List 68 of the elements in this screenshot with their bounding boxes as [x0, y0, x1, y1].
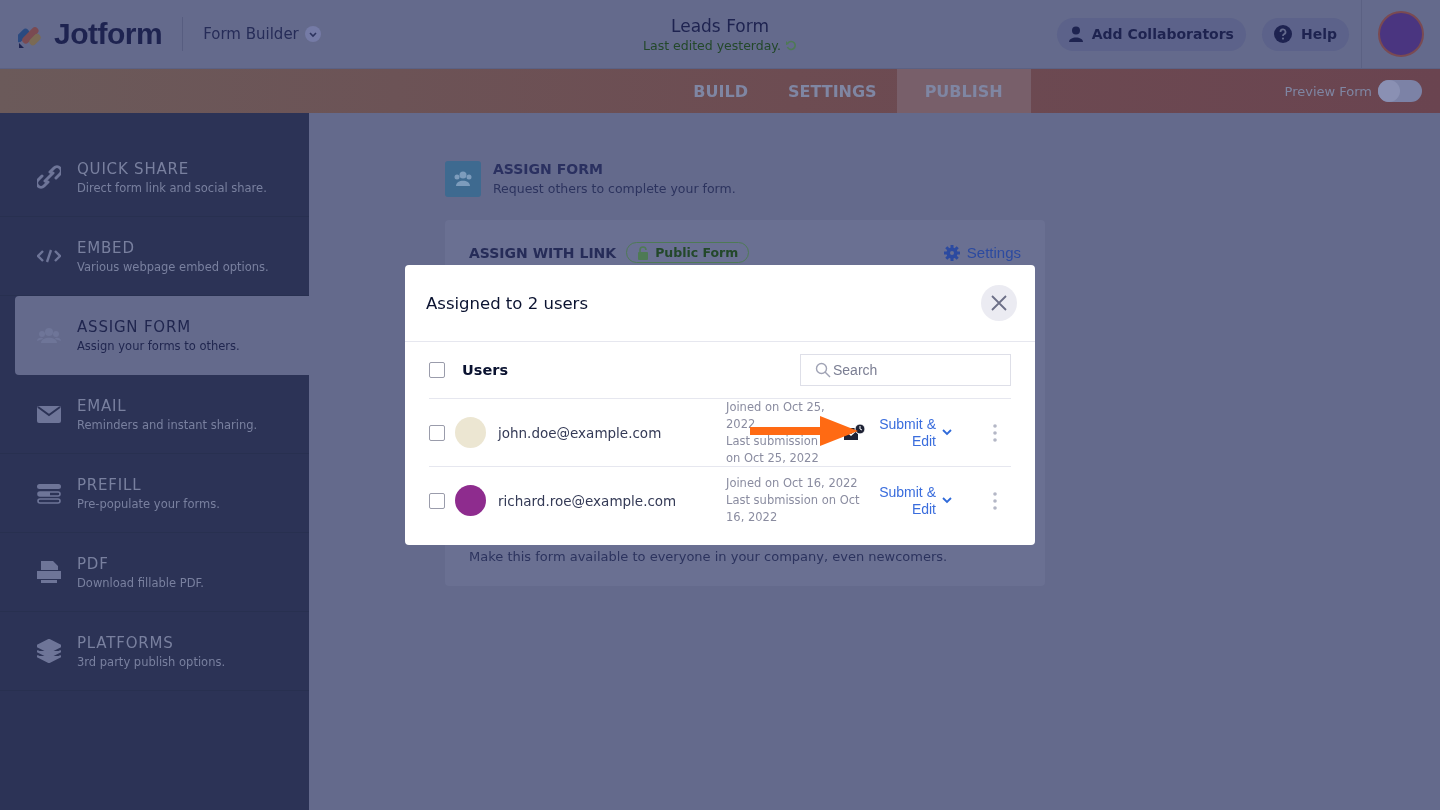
sidebar-item[interactable]: QUICK SHARE Direct form link and social share. — [0, 138, 309, 217]
sidebar-item-title: PREFILL — [77, 475, 143, 494]
more-options-button[interactable] — [993, 423, 997, 442]
sidebar-item[interactable]: PLATFORMS 3rd party publish options. — [0, 612, 309, 691]
sidebar-item-subtitle: Pre-populate your forms. — [77, 496, 220, 511]
sidebar-item-title: EMBED — [77, 238, 136, 257]
sidebar-item-subtitle: Download fillable PDF. — [77, 575, 204, 590]
help-icon — [1273, 25, 1292, 43]
permission-dropdown[interactable]: Submit & Edit — [876, 483, 956, 518]
form-title: Leads Form — [671, 15, 769, 36]
last-submission-date: Last submission on Oct 16, 2022 — [726, 492, 860, 526]
user-email: john.doe@example.com — [498, 424, 663, 441]
layers-icon — [37, 639, 61, 663]
pdf-file-icon — [37, 560, 61, 584]
sidebar-item-subtitle: Various webpage embed options. — [77, 259, 269, 274]
user-avatar[interactable] — [1378, 11, 1424, 57]
chevron-down-icon — [942, 496, 952, 505]
people-icon — [445, 161, 481, 197]
sidebar-item[interactable]: ASSIGN FORM Assign your forms to others. — [15, 296, 309, 375]
sidebar-item-subtitle: Direct form link and social share. — [77, 180, 267, 195]
last-edited-text: Last edited yesterday. — [643, 37, 781, 53]
search-field[interactable]: Search — [800, 354, 1011, 386]
sidebar-item-subtitle: Reminders and instant sharing. — [77, 417, 258, 432]
sidebar-item-title: QUICK SHARE — [77, 159, 191, 178]
last-submission-date: Last submission on Oct 25, 2022 — [726, 432, 820, 467]
sidebar-item[interactable]: PDF Download fillable PDF. — [0, 533, 309, 612]
person-icon — [1068, 26, 1083, 42]
users-column-header: Users — [462, 362, 509, 378]
section-subtitle: Request others to complete your form. — [493, 181, 736, 196]
chevron-down-icon — [942, 428, 952, 437]
help-button[interactable]: Help — [1261, 17, 1349, 51]
preview-form-label: Preview Form — [1284, 83, 1372, 99]
dialog-title: Assigned to 2 users — [426, 293, 588, 313]
settings-icon — [943, 244, 960, 261]
link-icon — [37, 165, 61, 189]
nav-tab[interactable]: SETTINGS — [768, 69, 897, 113]
user-email: richard.roe@example.com — [498, 492, 678, 509]
form-builder-menu[interactable]: Form Builder — [203, 25, 321, 43]
form-fields-icon — [37, 481, 61, 505]
joined-date: Joined on Oct 16, 2022 — [726, 475, 859, 492]
sidebar-item-title: PDF — [77, 554, 110, 573]
row-checkbox[interactable] — [429, 424, 445, 441]
permission-dropdown[interactable]: Submit & Edit — [876, 415, 956, 450]
sidebar-item[interactable]: EMAIL Reminders and instant sharing. — [0, 375, 309, 454]
row-checkbox[interactable] — [429, 492, 445, 509]
close-button[interactable] — [981, 285, 1017, 321]
sidebar-item-title: EMAIL — [77, 396, 128, 415]
more-options-button[interactable] — [993, 491, 997, 510]
kebab-menu-icon — [993, 491, 997, 510]
card-title: ASSIGN WITH LINK — [469, 244, 617, 261]
kebab-menu-icon — [993, 423, 997, 442]
preview-toggle[interactable] — [1378, 80, 1422, 102]
nav-tab[interactable]: BUILD — [673, 69, 768, 113]
select-all-checkbox[interactable] — [429, 362, 445, 378]
lock-icon — [637, 245, 650, 260]
sidebar-item-title: PLATFORMS — [77, 633, 175, 652]
close-icon — [991, 295, 1007, 311]
card-description: Make this form available to everyone in your company, even newcomers. — [469, 549, 949, 564]
undo-icon — [784, 39, 797, 51]
sidebar-item-subtitle: Assign your forms to others. — [77, 339, 240, 353]
settings-link[interactable]: Settings — [943, 244, 1021, 261]
add-collaborators-button[interactable]: Add Collaborators — [1056, 17, 1246, 51]
chevron-down-icon — [304, 26, 321, 42]
section-title: ASSIGN FORM — [493, 161, 604, 177]
sidebar-item-subtitle: 3rd party publish options. — [77, 654, 226, 669]
sidebar-item-title: ASSIGN FORM — [77, 318, 192, 336]
logo-text: Jotform — [54, 17, 163, 51]
sidebar-item[interactable]: PREFILL Pre-populate your forms. — [0, 454, 309, 533]
